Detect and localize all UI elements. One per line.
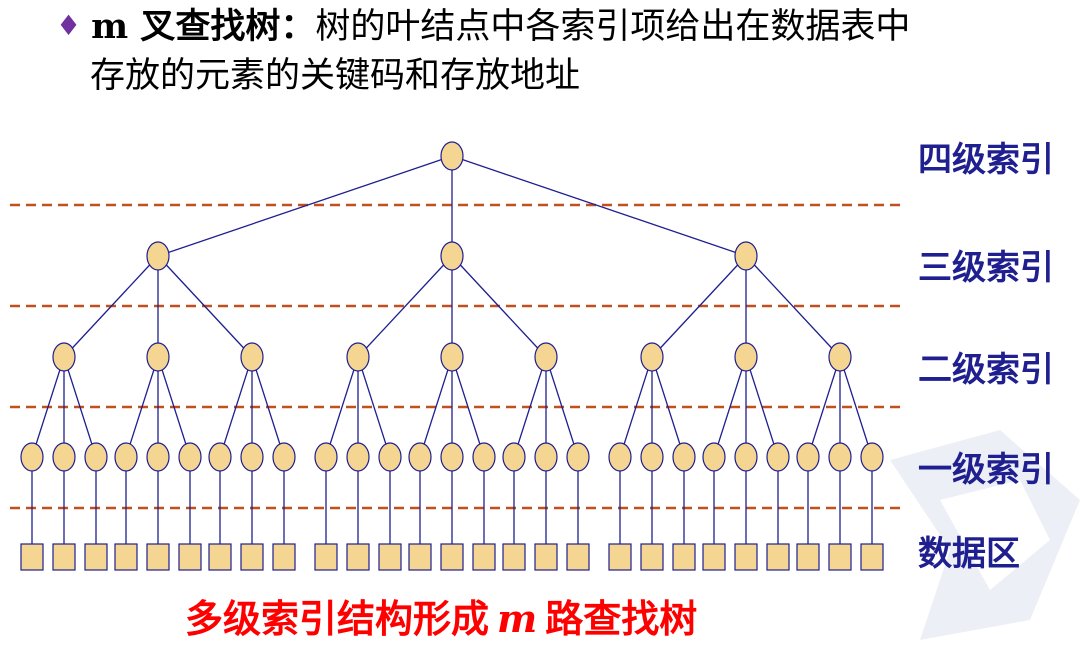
tree-node-level-1 [534, 442, 558, 472]
tree-node-level-1 [828, 442, 852, 472]
data-block [84, 543, 108, 571]
tree-node-level-3 [440, 241, 464, 271]
tree-node-level-1 [734, 442, 758, 472]
tree-node-level-1 [178, 442, 202, 472]
data-block [378, 543, 402, 571]
tree-node-level-1 [766, 442, 790, 472]
tree-node-level-1 [566, 442, 590, 472]
tree-node-level-1 [440, 442, 464, 472]
tree-node-level-2 [346, 342, 370, 372]
data-block [52, 543, 76, 571]
caption-before: 多级索引结构形成 [185, 597, 490, 641]
data-block [314, 543, 338, 571]
tree-node-level-1 [272, 442, 296, 472]
data-block [502, 543, 526, 571]
data-block [440, 543, 464, 571]
data-block [114, 543, 138, 571]
tree-node-level-1 [608, 442, 632, 472]
tree-node-level-1 [208, 442, 232, 472]
tree-node-level-2 [828, 342, 852, 372]
data-block [534, 543, 558, 571]
data-block [640, 543, 664, 571]
tree-node-level-1 [408, 442, 432, 472]
tree-node-level-2 [240, 342, 264, 372]
data-block [178, 543, 202, 571]
tree-node-level-1 [502, 442, 526, 472]
data-block [566, 543, 590, 571]
tree-node-level-4 [440, 141, 464, 171]
tree-edge [745, 255, 841, 358]
level-label-data: 数据区 [918, 534, 1020, 574]
caption-letter: m [497, 596, 538, 641]
tree-node-level-1 [240, 442, 264, 472]
data-block [766, 543, 790, 571]
data-block [702, 543, 726, 571]
data-block [734, 543, 758, 571]
data-block [472, 543, 496, 571]
tree-edge [357, 255, 453, 358]
tree-node-level-2 [146, 342, 170, 372]
caption: 多级索引结构形成 m 路查找树 [185, 596, 697, 642]
tree-node-level-3 [146, 241, 170, 271]
tree-node-level-1 [52, 442, 76, 472]
data-block [408, 543, 432, 571]
tree-node-level-1 [472, 442, 496, 472]
data-block [608, 543, 632, 571]
level-label-1: 一级索引 [918, 450, 1054, 490]
level-label-4: 四级索引 [918, 140, 1054, 180]
data-block [208, 543, 232, 571]
data-block [20, 543, 44, 571]
tree-node-level-2 [534, 342, 558, 372]
data-block [240, 543, 264, 571]
level-label-2: 二级索引 [918, 350, 1054, 390]
tree-node-level-1 [860, 442, 884, 472]
tree-node-level-1 [84, 442, 108, 472]
tree-node-level-1 [146, 442, 170, 472]
tree-node-level-1 [796, 442, 820, 472]
tree-node-level-1 [114, 442, 138, 472]
tree-node-level-1 [672, 442, 696, 472]
level-label-3: 三级索引 [918, 248, 1054, 288]
tree-node-level-1 [314, 442, 338, 472]
tree-node-level-1 [640, 442, 664, 472]
tree-node-level-2 [734, 342, 758, 372]
tree-node-level-1 [702, 442, 726, 472]
tree-node-level-1 [378, 442, 402, 472]
data-block [672, 543, 696, 571]
tree-node-level-2 [440, 342, 464, 372]
tree-node-level-1 [346, 442, 370, 472]
tree-node-level-1 [20, 442, 44, 472]
data-block [346, 543, 370, 571]
data-block [828, 543, 852, 571]
data-blocks [20, 543, 884, 571]
data-block [272, 543, 296, 571]
data-block [796, 543, 820, 571]
tree-node-level-2 [52, 342, 76, 372]
tree-node-level-3 [734, 241, 758, 271]
data-block [860, 543, 884, 571]
tree-node-level-2 [640, 342, 664, 372]
caption-after: 路查找树 [545, 597, 698, 641]
data-block [146, 543, 170, 571]
